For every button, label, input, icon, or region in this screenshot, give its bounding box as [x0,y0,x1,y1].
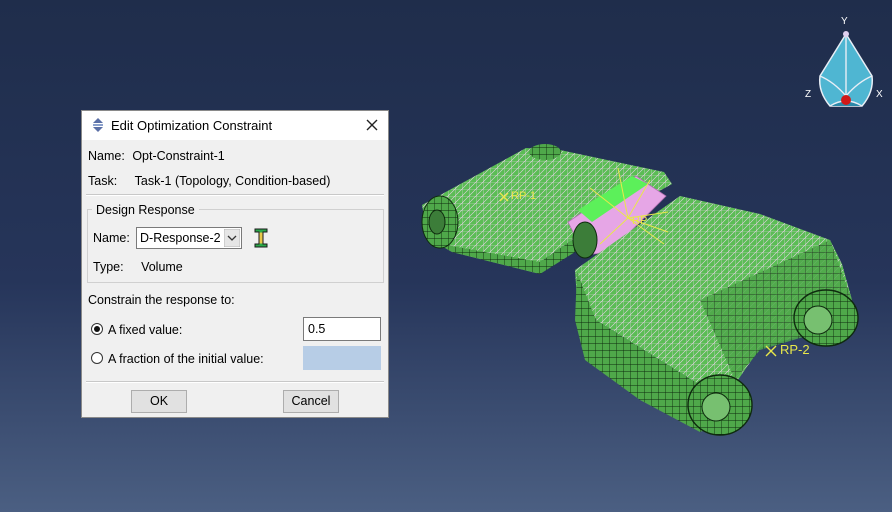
edit-optimization-constraint-dialog: Edit Optimization Constraint Name: Opt-C… [81,110,389,418]
design-response-title: Design Response [92,203,199,217]
cancel-button[interactable]: Cancel [283,390,339,413]
fixed-value-label: A fixed value: [108,323,183,337]
rp1-label: RP-1 [511,190,536,202]
highlight-response-icon[interactable] [252,227,270,249]
dialog-title: Edit Optimization Constraint [111,118,273,133]
close-icon[interactable] [362,115,382,135]
type-label: Type: [93,260,124,274]
type-row: Type: Volume [93,260,183,274]
triad-z-label: Z [805,89,811,100]
triad-x-label: X [876,89,883,100]
response-name-label: Name: [93,231,130,245]
dialog-titlebar[interactable]: Edit Optimization Constraint [82,111,388,140]
fixed-value-input[interactable]: 0.5 [303,317,381,341]
name-row: Name: Opt-Constraint-1 [88,149,225,163]
abaqus-app-icon [93,118,103,132]
rp-center-label: RP [632,215,647,227]
button-divider [86,381,384,383]
view-triad[interactable]: Y Z X [800,12,892,122]
fraction-initial-radio[interactable] [91,352,103,364]
design-response-selected: D-Response-2 [140,231,221,245]
task-label: Task: [88,174,118,188]
type-value: Volume [141,260,183,274]
divider [86,194,384,196]
chevron-down-icon[interactable] [224,229,240,247]
triad-y-label: Y [841,16,848,27]
constrain-label: Constrain the response to: [88,293,235,307]
task-row: Task: Task-1 (Topology, Condition-based) [88,174,330,188]
rp2-label: RP-2 [780,342,810,357]
fixed-value-radio[interactable] [91,323,103,335]
ok-button[interactable]: OK [131,390,187,413]
fraction-initial-input [303,346,381,370]
task-value: Task-1 (Topology, Condition-based) [134,174,331,188]
fraction-initial-label: A fraction of the initial value: [108,352,264,366]
design-response-select[interactable]: D-Response-2 [136,227,242,249]
name-value: Opt-Constraint-1 [132,149,225,163]
name-label: Name: [88,149,125,163]
